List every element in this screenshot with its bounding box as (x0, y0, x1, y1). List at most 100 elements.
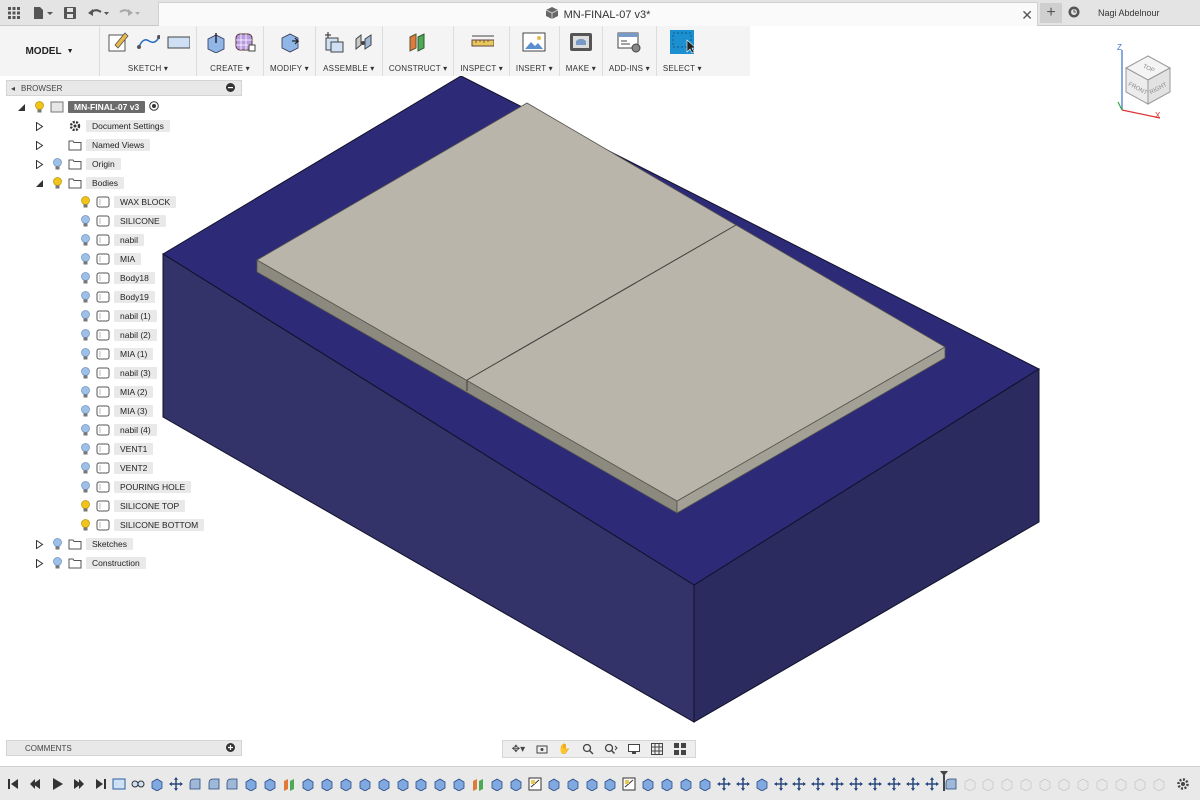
assemble-group[interactable]: ASSEMBLE ▾ (316, 26, 383, 76)
create-sketch-icon[interactable] (106, 30, 130, 54)
measure-icon[interactable] (470, 30, 494, 54)
body-item-mia-2[interactable]: MIA (2) (62, 385, 154, 399)
timeline-feature-move-icon[interactable] (792, 777, 807, 791)
timeline-feature-move-icon[interactable] (849, 777, 864, 791)
timeline-feature-measure-icon[interactable] (528, 777, 542, 791)
press-pull-icon[interactable] (277, 30, 301, 54)
timeline-feature-joint-icon[interactable] (131, 777, 145, 791)
timeline-feature-sketch-icon[interactable] (112, 777, 126, 791)
pan-icon[interactable]: ✋ (556, 742, 574, 756)
body-item-nabil-4[interactable]: nabil (4) (62, 423, 157, 437)
body-item-nabil[interactable]: nabil (62, 233, 144, 247)
timeline-feature-move-icon[interactable] (773, 777, 788, 791)
visibility-bulb-icon[interactable] (80, 271, 90, 285)
timeline-feature-move-icon[interactable] (811, 777, 826, 791)
inspect-group[interactable]: INSPECT ▾ (454, 26, 510, 76)
undo-icon[interactable] (82, 0, 114, 26)
timeline-feature-ghost-icon[interactable] (981, 777, 995, 791)
timeline-feature-extrude-icon[interactable] (320, 777, 334, 791)
go-to-start-icon[interactable] (6, 777, 20, 791)
timeline-feature-move-icon[interactable] (735, 777, 750, 791)
visibility-bulb-icon[interactable] (80, 328, 90, 342)
visibility-bulb-icon[interactable] (80, 423, 90, 437)
save-icon[interactable] (58, 0, 82, 26)
workspace-switcher[interactable]: MODEL ▼ (0, 26, 100, 76)
timeline-feature-extrude-icon[interactable] (263, 777, 277, 791)
body-item-wax-block[interactable]: WAX BLOCK (62, 195, 177, 209)
timeline-feature-extrude-icon[interactable] (377, 777, 391, 791)
timeline-feature-move-icon[interactable] (168, 777, 183, 791)
timeline-feature-ghost-icon[interactable] (1038, 777, 1052, 791)
expanded-triangle-icon[interactable] (34, 178, 44, 188)
visibility-bulb-icon[interactable] (80, 518, 90, 532)
visibility-bulb-icon[interactable] (52, 157, 62, 171)
timeline-feature-fillet-icon[interactable] (207, 777, 221, 791)
browser-item-named-views[interactable]: Named Views (34, 138, 151, 152)
collapsed-triangle-icon[interactable] (34, 140, 44, 150)
step-back-icon[interactable] (28, 777, 42, 791)
comments-panel[interactable]: COMMENTS (6, 740, 242, 756)
browser-item-mn-final-07-v3[interactable]: MN-FINAL-07 v3 (16, 100, 159, 114)
browser-item-construction[interactable]: Construction (34, 556, 146, 570)
visibility-bulb-icon[interactable] (80, 442, 90, 456)
orbit-icon[interactable]: ✥▾ (510, 742, 528, 756)
activate-radio-icon[interactable] (149, 100, 159, 114)
body-item-pouring-hole[interactable]: POURING HOLE (62, 480, 192, 494)
timeline-feature-extrude-icon[interactable] (698, 777, 712, 791)
timeline-feature-move-icon[interactable] (924, 777, 939, 791)
timeline-feature-extrude-icon[interactable] (641, 777, 655, 791)
timeline-feature-extrude-icon[interactable] (414, 777, 428, 791)
timeline-feature-ghost-icon[interactable] (1000, 777, 1014, 791)
visibility-bulb-icon[interactable] (80, 214, 90, 228)
timeline-feature-ghost-icon[interactable] (1152, 777, 1166, 791)
3d-print-icon[interactable] (569, 30, 593, 54)
expanded-triangle-icon[interactable] (16, 102, 26, 112)
timeline-feature-extrude-icon[interactable] (755, 777, 769, 791)
timeline-feature-move-icon[interactable] (868, 777, 882, 791)
insert-group[interactable]: INSERT ▾ (510, 26, 560, 76)
visibility-bulb-icon[interactable] (80, 499, 90, 513)
make-group[interactable]: MAKE ▾ (560, 26, 603, 76)
timeline-feature-plane-icon[interactable] (282, 777, 296, 791)
scripts-icon[interactable] (617, 30, 641, 54)
visibility-bulb-icon[interactable] (52, 537, 62, 551)
redo-icon[interactable] (114, 0, 144, 26)
timeline-feature-extrude-icon[interactable] (150, 777, 164, 791)
timeline-feature-extrude-icon[interactable] (396, 777, 410, 791)
visibility-bulb-icon[interactable] (80, 252, 90, 266)
collapse-arrow-icon[interactable]: ◂ (11, 84, 15, 93)
body-item-nabil-2[interactable]: nabil (2) (62, 328, 157, 342)
new-component-icon[interactable] (322, 30, 346, 54)
body-item-vent1[interactable]: VENT1 (62, 442, 154, 456)
timeline-feature-extrude-icon[interactable] (585, 777, 599, 791)
play-icon[interactable] (50, 777, 64, 791)
browser-header[interactable]: ◂ BROWSER (6, 80, 242, 96)
job-status-icon[interactable] (1068, 6, 1080, 20)
body-item-mia[interactable]: MIA (62, 252, 142, 266)
body-item-silicone-bottom[interactable]: SILICONE BOTTOM (62, 518, 205, 532)
body-item-body19[interactable]: Body19 (62, 290, 155, 304)
timeline-feature-extrude-icon[interactable] (433, 777, 447, 791)
timeline-marker[interactable] (939, 771, 948, 791)
browser-item-document-settings[interactable]: Document Settings (34, 119, 170, 133)
visibility-bulb-icon[interactable] (80, 290, 90, 304)
timeline-feature-move-icon[interactable] (905, 777, 920, 791)
timeline-feature-extrude-icon[interactable] (547, 777, 561, 791)
add-comment-icon[interactable] (226, 742, 235, 754)
timeline-feature-extrude-icon[interactable] (244, 777, 258, 791)
visibility-bulb-icon[interactable] (80, 461, 90, 475)
body-item-mia-1[interactable]: MIA (1) (62, 347, 154, 361)
viewports-icon[interactable] (671, 742, 689, 756)
timeline-feature-move-icon[interactable] (830, 777, 845, 791)
timeline-feature-extrude-icon[interactable] (490, 777, 504, 791)
rectangle-icon[interactable] (166, 30, 190, 54)
view-cube[interactable]: TOP FRONT RIGHT Z X (1112, 40, 1186, 120)
look-at-icon[interactable] (533, 742, 551, 756)
extrude-icon[interactable] (203, 30, 227, 54)
silicone-slab-side[interactable] (256, 259, 678, 514)
timeline-feature-extrude-icon[interactable] (660, 777, 674, 791)
timeline-feature-extrude-icon[interactable] (603, 777, 617, 791)
body-item-body18[interactable]: Body18 (62, 271, 155, 285)
grid-settings-icon[interactable] (648, 742, 666, 756)
add-ins-group[interactable]: ADD-INS ▾ (603, 26, 657, 76)
